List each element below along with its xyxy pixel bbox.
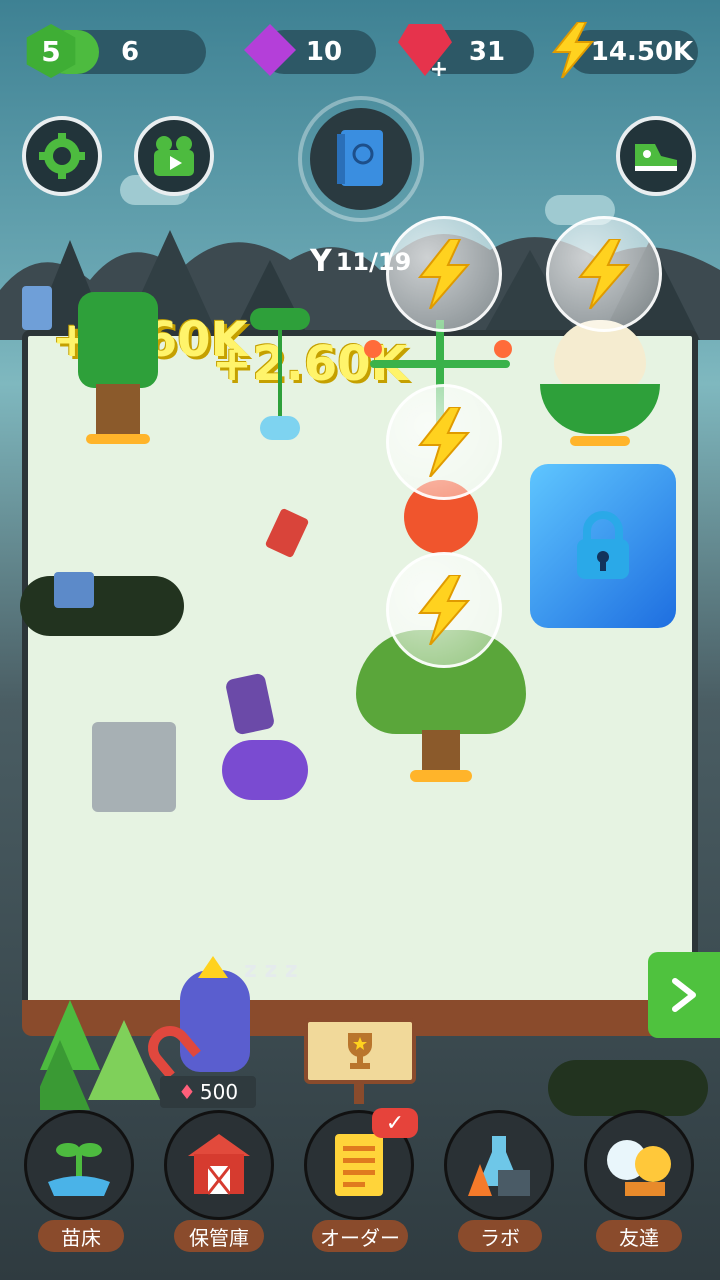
lightning-icon (417, 407, 471, 477)
trash-bag-icon (54, 572, 94, 608)
nav-lab-label[interactable]: ラボ (458, 1220, 542, 1252)
lab-icon (468, 1136, 530, 1196)
locked-ice-block[interactable] (530, 464, 676, 628)
friends-icon (607, 1140, 671, 1196)
nav-storage-label[interactable]: 保管庫 (174, 1220, 264, 1252)
xp-value: 6 (120, 37, 140, 67)
trophy-post (354, 1084, 364, 1104)
sprout-small-icon: Y (310, 244, 332, 279)
red-gem-value: 31 (468, 37, 506, 67)
gear-icon (39, 133, 85, 179)
energy-bubble[interactable] (386, 552, 502, 668)
plant-book-icon (337, 130, 383, 186)
magnet-price: 500 (199, 1080, 239, 1104)
nav-storage-button[interactable] (164, 1110, 274, 1220)
trash-pile[interactable] (20, 576, 184, 636)
video-ad-button[interactable] (134, 116, 214, 196)
nav-nursery-label[interactable]: 苗床 (38, 1220, 124, 1252)
milk-carton-icon (22, 286, 52, 330)
trophy-icon (348, 1033, 372, 1069)
red-gem-small-icon: ♦ (177, 1080, 196, 1104)
lock-icon (577, 511, 629, 579)
plus-icon[interactable]: + (428, 57, 450, 82)
energy-bubble[interactable] (386, 384, 502, 500)
video-camera-icon (154, 136, 194, 176)
trophy-board[interactable] (304, 1018, 416, 1084)
lightning-icon (417, 239, 471, 309)
nav-friends-label[interactable]: 友達 (596, 1220, 682, 1252)
play-arrow-icon (672, 978, 696, 1012)
sneaker-icon (635, 144, 677, 171)
energy-value: 14.50K (590, 37, 694, 67)
nav-nursery-button[interactable] (24, 1110, 134, 1220)
pine-trees (40, 1000, 160, 1110)
settings-button[interactable] (22, 116, 102, 196)
nav-order-label[interactable]: オーダー (312, 1220, 408, 1252)
order-scroll-icon (335, 1134, 383, 1196)
zzz-text: z z z (244, 958, 298, 983)
collection-book-button[interactable] (310, 108, 412, 210)
nav-friends-button[interactable] (584, 1110, 694, 1220)
energy-bubble[interactable] (546, 216, 662, 332)
plant-tree[interactable] (78, 292, 158, 452)
plant-sprout-cat[interactable] (250, 300, 310, 450)
lightning-icon (551, 22, 595, 78)
check-icon: ✓ (372, 1108, 418, 1138)
barn-icon (188, 1134, 250, 1195)
magnet-price-tag[interactable]: ♦ 500 (160, 1076, 256, 1108)
factory-ruin[interactable] (92, 722, 176, 812)
play-button[interactable] (648, 952, 720, 1038)
nav-lab-button[interactable] (444, 1110, 554, 1220)
lightning-icon (417, 575, 471, 645)
energy-bubble[interactable] (386, 216, 502, 332)
lightning-icon (577, 239, 631, 309)
purple-gem-value: 10 (305, 37, 343, 67)
plant-bulb-bush[interactable] (540, 320, 660, 450)
level-value: 5 (41, 34, 61, 68)
sprout-icon (48, 1143, 110, 1196)
shoe-button[interactable] (616, 116, 696, 196)
oil-spill (222, 740, 308, 800)
trash-pile[interactable] (548, 1060, 708, 1116)
